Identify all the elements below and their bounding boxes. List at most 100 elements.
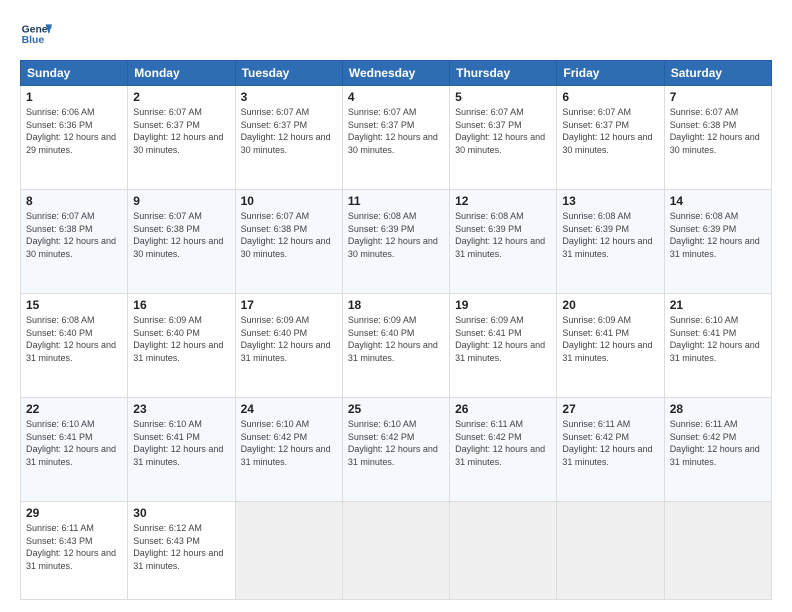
- calendar-header-tuesday: Tuesday: [235, 61, 342, 86]
- calendar-week-4: 22 Sunrise: 6:10 AMSunset: 6:41 PMDaylig…: [21, 398, 772, 502]
- day-info: Sunrise: 6:08 AMSunset: 6:40 PMDaylight:…: [26, 315, 116, 363]
- day-number: 6: [562, 90, 658, 104]
- day-number: 11: [348, 194, 444, 208]
- day-info: Sunrise: 6:11 AMSunset: 6:42 PMDaylight:…: [670, 419, 760, 467]
- calendar-cell: 20 Sunrise: 6:09 AMSunset: 6:41 PMDaylig…: [557, 294, 664, 398]
- calendar-cell: [557, 502, 664, 600]
- calendar-cell: 15 Sunrise: 6:08 AMSunset: 6:40 PMDaylig…: [21, 294, 128, 398]
- calendar-cell: 10 Sunrise: 6:07 AMSunset: 6:38 PMDaylig…: [235, 190, 342, 294]
- calendar-cell: 7 Sunrise: 6:07 AMSunset: 6:38 PMDayligh…: [664, 86, 771, 190]
- calendar-header-wednesday: Wednesday: [342, 61, 449, 86]
- svg-text:Blue: Blue: [22, 35, 45, 46]
- calendar-header-thursday: Thursday: [450, 61, 557, 86]
- calendar-header-saturday: Saturday: [664, 61, 771, 86]
- logo: General Blue: [20, 18, 52, 50]
- calendar-header-monday: Monday: [128, 61, 235, 86]
- calendar-cell: [664, 502, 771, 600]
- day-number: 19: [455, 298, 551, 312]
- day-number: 13: [562, 194, 658, 208]
- day-info: Sunrise: 6:07 AMSunset: 6:37 PMDaylight:…: [562, 107, 652, 155]
- day-info: Sunrise: 6:10 AMSunset: 6:42 PMDaylight:…: [348, 419, 438, 467]
- calendar-header-friday: Friday: [557, 61, 664, 86]
- day-info: Sunrise: 6:06 AMSunset: 6:36 PMDaylight:…: [26, 107, 116, 155]
- calendar-cell: 19 Sunrise: 6:09 AMSunset: 6:41 PMDaylig…: [450, 294, 557, 398]
- calendar-cell: 5 Sunrise: 6:07 AMSunset: 6:37 PMDayligh…: [450, 86, 557, 190]
- calendar-cell: 2 Sunrise: 6:07 AMSunset: 6:37 PMDayligh…: [128, 86, 235, 190]
- day-number: 28: [670, 402, 766, 416]
- calendar-cell: 13 Sunrise: 6:08 AMSunset: 6:39 PMDaylig…: [557, 190, 664, 294]
- calendar-cell: [235, 502, 342, 600]
- calendar-header-sunday: Sunday: [21, 61, 128, 86]
- day-number: 30: [133, 506, 229, 520]
- day-number: 10: [241, 194, 337, 208]
- calendar-week-2: 8 Sunrise: 6:07 AMSunset: 6:38 PMDayligh…: [21, 190, 772, 294]
- day-info: Sunrise: 6:07 AMSunset: 6:37 PMDaylight:…: [133, 107, 223, 155]
- day-info: Sunrise: 6:07 AMSunset: 6:38 PMDaylight:…: [241, 211, 331, 259]
- day-info: Sunrise: 6:11 AMSunset: 6:42 PMDaylight:…: [455, 419, 545, 467]
- day-info: Sunrise: 6:10 AMSunset: 6:41 PMDaylight:…: [133, 419, 223, 467]
- calendar-header-row: SundayMondayTuesdayWednesdayThursdayFrid…: [21, 61, 772, 86]
- day-number: 24: [241, 402, 337, 416]
- day-number: 1: [26, 90, 122, 104]
- day-info: Sunrise: 6:09 AMSunset: 6:41 PMDaylight:…: [562, 315, 652, 363]
- day-info: Sunrise: 6:08 AMSunset: 6:39 PMDaylight:…: [670, 211, 760, 259]
- day-number: 26: [455, 402, 551, 416]
- day-info: Sunrise: 6:10 AMSunset: 6:41 PMDaylight:…: [26, 419, 116, 467]
- calendar-cell: 12 Sunrise: 6:08 AMSunset: 6:39 PMDaylig…: [450, 190, 557, 294]
- day-info: Sunrise: 6:09 AMSunset: 6:40 PMDaylight:…: [133, 315, 223, 363]
- day-number: 3: [241, 90, 337, 104]
- day-number: 15: [26, 298, 122, 312]
- day-info: Sunrise: 6:11 AMSunset: 6:42 PMDaylight:…: [562, 419, 652, 467]
- calendar-table: SundayMondayTuesdayWednesdayThursdayFrid…: [20, 60, 772, 600]
- day-number: 2: [133, 90, 229, 104]
- day-info: Sunrise: 6:10 AMSunset: 6:41 PMDaylight:…: [670, 315, 760, 363]
- day-info: Sunrise: 6:12 AMSunset: 6:43 PMDaylight:…: [133, 523, 223, 571]
- day-info: Sunrise: 6:11 AMSunset: 6:43 PMDaylight:…: [26, 523, 116, 571]
- day-info: Sunrise: 6:08 AMSunset: 6:39 PMDaylight:…: [348, 211, 438, 259]
- day-number: 16: [133, 298, 229, 312]
- day-number: 25: [348, 402, 444, 416]
- calendar-cell: 17 Sunrise: 6:09 AMSunset: 6:40 PMDaylig…: [235, 294, 342, 398]
- calendar-cell: 18 Sunrise: 6:09 AMSunset: 6:40 PMDaylig…: [342, 294, 449, 398]
- day-info: Sunrise: 6:08 AMSunset: 6:39 PMDaylight:…: [562, 211, 652, 259]
- day-info: Sunrise: 6:10 AMSunset: 6:42 PMDaylight:…: [241, 419, 331, 467]
- day-number: 12: [455, 194, 551, 208]
- day-number: 27: [562, 402, 658, 416]
- calendar-week-3: 15 Sunrise: 6:08 AMSunset: 6:40 PMDaylig…: [21, 294, 772, 398]
- day-number: 17: [241, 298, 337, 312]
- calendar-cell: 9 Sunrise: 6:07 AMSunset: 6:38 PMDayligh…: [128, 190, 235, 294]
- day-info: Sunrise: 6:07 AMSunset: 6:37 PMDaylight:…: [455, 107, 545, 155]
- day-number: 5: [455, 90, 551, 104]
- calendar-cell: 1 Sunrise: 6:06 AMSunset: 6:36 PMDayligh…: [21, 86, 128, 190]
- calendar-cell: 28 Sunrise: 6:11 AMSunset: 6:42 PMDaylig…: [664, 398, 771, 502]
- day-number: 18: [348, 298, 444, 312]
- day-info: Sunrise: 6:07 AMSunset: 6:38 PMDaylight:…: [133, 211, 223, 259]
- calendar-cell: 27 Sunrise: 6:11 AMSunset: 6:42 PMDaylig…: [557, 398, 664, 502]
- day-number: 22: [26, 402, 122, 416]
- day-info: Sunrise: 6:09 AMSunset: 6:41 PMDaylight:…: [455, 315, 545, 363]
- day-number: 29: [26, 506, 122, 520]
- calendar-cell: 4 Sunrise: 6:07 AMSunset: 6:37 PMDayligh…: [342, 86, 449, 190]
- calendar-cell: 29 Sunrise: 6:11 AMSunset: 6:43 PMDaylig…: [21, 502, 128, 600]
- calendar-cell: 23 Sunrise: 6:10 AMSunset: 6:41 PMDaylig…: [128, 398, 235, 502]
- day-number: 14: [670, 194, 766, 208]
- day-info: Sunrise: 6:08 AMSunset: 6:39 PMDaylight:…: [455, 211, 545, 259]
- calendar-cell: 24 Sunrise: 6:10 AMSunset: 6:42 PMDaylig…: [235, 398, 342, 502]
- day-info: Sunrise: 6:07 AMSunset: 6:37 PMDaylight:…: [348, 107, 438, 155]
- day-number: 8: [26, 194, 122, 208]
- calendar-cell: [450, 502, 557, 600]
- day-number: 23: [133, 402, 229, 416]
- calendar-cell: 8 Sunrise: 6:07 AMSunset: 6:38 PMDayligh…: [21, 190, 128, 294]
- logo-icon: General Blue: [20, 18, 52, 50]
- calendar-cell: [342, 502, 449, 600]
- day-number: 7: [670, 90, 766, 104]
- day-number: 4: [348, 90, 444, 104]
- page: General Blue SundayMondayTuesdayWednesda…: [0, 0, 792, 612]
- calendar-cell: 26 Sunrise: 6:11 AMSunset: 6:42 PMDaylig…: [450, 398, 557, 502]
- calendar-cell: 6 Sunrise: 6:07 AMSunset: 6:37 PMDayligh…: [557, 86, 664, 190]
- day-number: 20: [562, 298, 658, 312]
- calendar-cell: 25 Sunrise: 6:10 AMSunset: 6:42 PMDaylig…: [342, 398, 449, 502]
- calendar-cell: 14 Sunrise: 6:08 AMSunset: 6:39 PMDaylig…: [664, 190, 771, 294]
- day-info: Sunrise: 6:07 AMSunset: 6:38 PMDaylight:…: [26, 211, 116, 259]
- calendar-cell: 11 Sunrise: 6:08 AMSunset: 6:39 PMDaylig…: [342, 190, 449, 294]
